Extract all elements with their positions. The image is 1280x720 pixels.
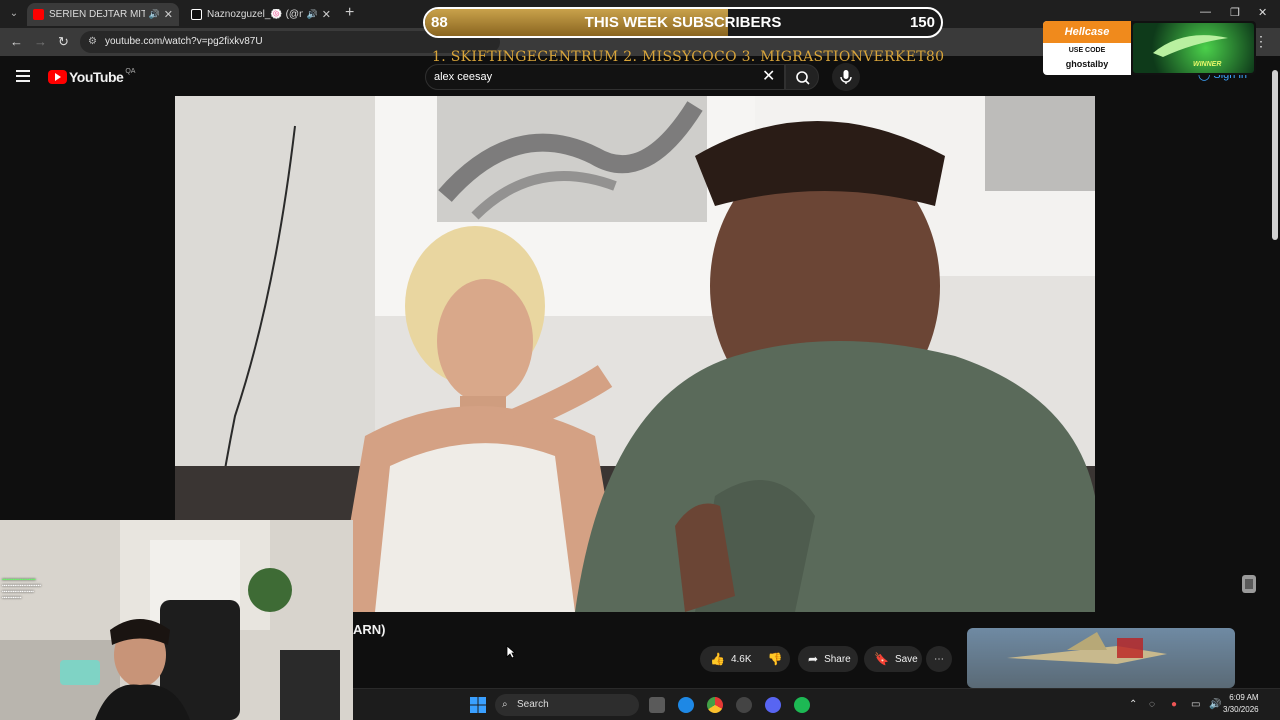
- microphone-icon: [840, 70, 852, 84]
- share-arrow-icon: ➦: [808, 652, 819, 666]
- sponsor-badge: WINNER: [1193, 61, 1222, 68]
- voice-search-button[interactable]: [832, 63, 860, 91]
- recommended-video-thumbnail[interactable]: [967, 628, 1235, 688]
- windows-taskbar: ⌕ Search ⌃ ◌ ● ▭ 🔊 6:09 AM 3/30/2026: [353, 688, 1280, 720]
- tray-chevron-icon[interactable]: ⌃: [1129, 699, 1137, 710]
- new-tab-button[interactable]: +: [345, 4, 354, 22]
- video-title: ARN): [353, 622, 386, 637]
- tab-title: SERIEN DEJTAR MITT EX: BA: [49, 9, 145, 20]
- mic-tray-icon[interactable]: ●: [1171, 699, 1177, 710]
- browser-menu-icon[interactable]: ⋮: [1254, 33, 1268, 50]
- clock-time: 6:09 AM: [1229, 693, 1259, 702]
- streamer-webcam: [0, 520, 353, 720]
- sponsor-banner: Hellcase USE CODE ghostalby WINNER: [1043, 21, 1256, 75]
- tab-search-icon[interactable]: ⌄: [5, 5, 23, 23]
- forward-arrow-icon[interactable]: →: [34, 34, 47, 49]
- page-scrollbar[interactable]: [1272, 70, 1278, 240]
- taskbar-search-label: Search: [517, 699, 549, 710]
- minimize-icon[interactable]: —: [1200, 6, 1211, 18]
- more-actions-button[interactable]: ⋯: [926, 646, 952, 672]
- clock-date: 3/30/2026: [1223, 705, 1259, 714]
- thumbs-down-icon[interactable]: 👎: [768, 652, 783, 666]
- discord-icon[interactable]: [765, 697, 781, 713]
- subscriber-goal: 150: [909, 14, 935, 31]
- webcam-image: [0, 520, 353, 720]
- system-clock[interactable]: 6:09 AM 3/30/2026: [1223, 692, 1259, 716]
- app-icon[interactable]: [736, 697, 752, 713]
- task-view-icon[interactable]: [649, 697, 665, 713]
- country-code: QA: [125, 67, 136, 75]
- logo-word: YouTube: [69, 69, 124, 85]
- sponsor-brand: Hellcase: [1043, 21, 1131, 43]
- taskbar-search[interactable]: ⌕ Search: [495, 694, 639, 716]
- spotify-icon[interactable]: [794, 697, 810, 713]
- speaker-icon[interactable]: 🔊: [307, 9, 318, 20]
- like-count[interactable]: 4.6K: [731, 654, 752, 665]
- hamburger-menu-icon[interactable]: [16, 70, 30, 82]
- clear-search-icon[interactable]: ✕: [762, 66, 775, 86]
- mouse-cursor-icon: [506, 645, 516, 659]
- sponsor-use-code: USE CODE: [1068, 47, 1106, 54]
- youtube-play-icon: [48, 70, 67, 84]
- tiktok-favicon-icon: [191, 9, 202, 20]
- reload-icon[interactable]: ↻: [58, 34, 69, 50]
- tab-title: Naznozguzel_🍥 (@naznoz: [207, 9, 303, 20]
- search-input[interactable]: alex ceesay: [425, 64, 785, 90]
- display-icon[interactable]: ▭: [1191, 699, 1200, 710]
- site-info-icon[interactable]: ⚙: [88, 31, 97, 53]
- search-button[interactable]: [785, 64, 819, 90]
- share-label: Share: [824, 653, 851, 665]
- volume-icon[interactable]: 🔊: [1209, 699, 1221, 710]
- thumbs-up-icon[interactable]: 👍: [710, 652, 725, 666]
- youtube-favicon-icon: [33, 9, 44, 20]
- more-dots-icon: ⋯: [934, 653, 944, 665]
- close-tab-icon[interactable]: ✕: [164, 8, 173, 21]
- search-icon: ⌕: [502, 699, 508, 710]
- stream-chat-overlay: ▪▪▪▪▪▪▪▪▪▪▪▪▪▪▪▪▪▪▪ ▪▪▪▪▪▪▪▪▪▪▪▪▪▪▪▪▪▪▪▪…: [2, 577, 41, 601]
- channel-watermark-icon[interactable]: [1240, 573, 1258, 595]
- subscriber-goal-label: THIS WEEK SUBSCRIBERS: [584, 14, 782, 31]
- browser-tab-active[interactable]: SERIEN DEJTAR MITT EX: BA 🔊 ✕: [27, 3, 179, 26]
- bookmark-icon: 🔖: [874, 652, 889, 666]
- youtube-logo[interactable]: YouTube QA: [48, 67, 136, 85]
- save-label: Save: [894, 653, 918, 665]
- chrome-icon[interactable]: [707, 697, 723, 713]
- subscriber-goal-bar: THIS WEEK SUBSCRIBERS 88 150: [423, 7, 943, 38]
- speaker-icon[interactable]: 🔊: [149, 9, 160, 20]
- network-icon[interactable]: ◌: [1149, 699, 1155, 710]
- subscriber-current: 88: [431, 14, 448, 31]
- share-button[interactable]: ➦ Share: [798, 646, 858, 672]
- edge-icon[interactable]: [678, 697, 694, 713]
- restore-icon[interactable]: ❐: [1230, 6, 1240, 19]
- close-tab-icon[interactable]: ✕: [322, 8, 331, 21]
- top-subscribers-ticker: 1. SKIFTINGECENTRUM 2. MISSYCOCO 3. MIGR…: [432, 49, 945, 65]
- jet-thumbnail-image: [1007, 632, 1167, 664]
- save-button[interactable]: 🔖 Save: [864, 646, 922, 672]
- sponsor-code: ghostalby: [1065, 59, 1109, 69]
- like-dislike-bar: 👍 4.6K 👎: [700, 646, 790, 672]
- search-icon: [796, 71, 810, 85]
- close-window-icon[interactable]: ✕: [1258, 6, 1267, 19]
- windows-start-icon[interactable]: [470, 697, 486, 713]
- back-arrow-icon[interactable]: ←: [10, 34, 23, 49]
- browser-tab-inactive[interactable]: Naznozguzel_🍥 (@naznoz 🔊 ✕: [185, 3, 337, 26]
- url-text: youtube.com/watch?v=pg2fixkv87U: [105, 36, 263, 47]
